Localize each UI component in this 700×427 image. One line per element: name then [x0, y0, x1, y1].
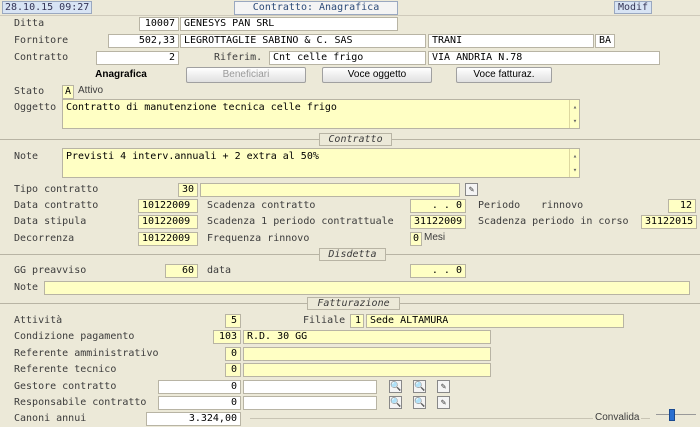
oggetto-textarea[interactable]: Contratto di manutenzione tecnica celle … [62, 99, 580, 129]
filiale-name-field[interactable]: Sede ALTAMURA [366, 314, 624, 328]
tab-voce-fatturaz[interactable]: Voce fatturaz. [456, 67, 552, 83]
stato-label: Stato [14, 86, 45, 97]
scadenza-periodo-corso-label: Scadenza periodo in corso [478, 216, 629, 227]
note-scrollbar[interactable]: ▴ ▾ [569, 149, 579, 177]
convalida-track [656, 414, 696, 415]
frequenza-rinnovo-label: Frequenza rinnovo [207, 233, 310, 244]
responsabile-contratto-label: Responsabile contratto [14, 397, 147, 408]
tipo-contratto-edit-icon[interactable]: ✎ [465, 183, 478, 196]
referente-amministrativo-code-field[interactable]: 0 [225, 347, 241, 361]
note-text: Previsti 4 interv.annuali + 2 extra al 5… [66, 151, 319, 162]
fornitore-prov-field[interactable]: BA [595, 34, 615, 48]
responsabile-search-icon[interactable]: 🔍 [389, 396, 402, 409]
tipo-contratto-desc-field[interactable] [200, 183, 460, 197]
gestore-edit-icon[interactable]: ✎ [437, 380, 450, 393]
convalida-label: Convalida [593, 411, 642, 425]
tab-voce-oggetto[interactable]: Voce oggetto [322, 67, 432, 83]
note-textarea[interactable]: Previsti 4 interv.annuali + 2 extra al 5… [62, 148, 580, 178]
riferim-address-field[interactable]: VIA ANDRIA N.78 [428, 51, 660, 65]
scroll-up-icon[interactable]: ▴ [570, 101, 580, 113]
data-stipula-field[interactable]: 10122009 [138, 215, 198, 229]
condizione-pagamento-desc-field[interactable]: R.D. 30 GG [243, 330, 491, 344]
responsabile-contratto-code-field[interactable]: 0 [158, 396, 241, 410]
scadenza-1-periodo-label: Scadenza 1 periodo contrattuale [207, 216, 394, 227]
gestore-list-icon[interactable]: 🔍 [413, 380, 426, 393]
fornitore-city-field[interactable]: TRANI [428, 34, 594, 48]
fornitore-label: Fornitore [14, 35, 69, 46]
responsabile-contratto-desc-field[interactable] [243, 396, 377, 410]
data-contratto-label: Data contratto [14, 200, 99, 211]
responsabile-list-icon[interactable]: 🔍 [413, 396, 426, 409]
gestore-contratto-desc-field[interactable] [243, 380, 377, 394]
referente-amministrativo-desc-field[interactable] [243, 347, 491, 361]
stato-desc: Attivo [78, 85, 104, 96]
mesi-label: Mesi [424, 232, 446, 243]
title-bar: 28.10.15 09:27 Contratto: Anagrafica Mod… [0, 0, 700, 16]
contratto-label: Contratto [14, 52, 69, 63]
contratto-number-field[interactable]: 2 [96, 51, 179, 65]
gg-preavviso-field[interactable]: 60 [165, 264, 198, 278]
canoni-annui-label: Canoni annui [14, 413, 87, 424]
ditta-label: Ditta [14, 18, 45, 29]
oggetto-text: Contratto di manutenzione tecnica celle … [66, 102, 337, 113]
tab-anagrafica[interactable]: Anagrafica [68, 67, 174, 83]
datetime-label: 28.10.15 09:27 [2, 1, 93, 14]
condizione-pagamento-label: Condizione pagamento [14, 331, 135, 342]
section-contratto: Contratto [319, 133, 392, 146]
convalida-toggle[interactable] [669, 409, 675, 421]
referente-tecnico-label: Referente tecnico [14, 364, 117, 375]
oggetto-scrollbar[interactable]: ▴ ▾ [569, 100, 579, 128]
condizione-pagamento-code-field[interactable]: 103 [213, 330, 241, 344]
scroll-down-icon[interactable]: ▾ [570, 164, 580, 176]
gg-preavviso-label: GG preavviso [14, 265, 87, 276]
tipo-contratto-label: Tipo contratto [14, 184, 99, 195]
section-fatturazione: Fatturazione [307, 297, 400, 310]
fornitore-code-field[interactable]: 502,33 [108, 34, 179, 48]
attivita-label: Attività [14, 315, 63, 326]
data-stipula-label: Data stipula [14, 216, 87, 227]
scroll-up-icon[interactable]: ▴ [570, 150, 580, 162]
rinnovo-label: rinnovo [541, 200, 584, 211]
section-disdetta: Disdetta [319, 248, 386, 261]
window-title: Contratto: Anagrafica [234, 1, 398, 15]
filiale-label: Filiale [303, 315, 346, 326]
oggetto-label: Oggetto [14, 102, 57, 113]
gestore-contratto-label: Gestore contratto [14, 381, 117, 392]
riferim-field[interactable]: Cnt celle frigo [269, 51, 426, 65]
filiale-code-field[interactable]: 1 [350, 314, 364, 328]
scadenza-1-periodo-field[interactable]: 31122009 [410, 215, 466, 229]
referente-amministrativo-label: Referente amministrativo [14, 348, 159, 359]
ditta-name-field[interactable]: GENESYS PAN SRL [180, 17, 398, 31]
attivita-field[interactable]: 5 [225, 314, 241, 328]
canoni-annui-field[interactable]: 3.324,00 [146, 412, 241, 426]
scroll-down-icon[interactable]: ▾ [570, 115, 580, 127]
stato-code-field[interactable]: A [62, 85, 74, 99]
data-contratto-field[interactable]: 10122009 [138, 199, 198, 213]
tab-beneficiari[interactable]: Beneficiari [186, 67, 306, 83]
riferim-label: Riferim. [214, 52, 263, 63]
periodo-rinnovo-field[interactable]: 12 [668, 199, 696, 213]
frequenza-rinnovo-field[interactable]: 0 [410, 232, 422, 246]
periodo-label: Periodo [478, 200, 521, 211]
decorrenza-label: Decorrenza [14, 233, 75, 244]
fornitore-name-field[interactable]: LEGROTTAGLIE SABINO & C. SAS [180, 34, 426, 48]
responsabile-edit-icon[interactable]: ✎ [437, 396, 450, 409]
scadenza-periodo-corso-field[interactable]: 31122015 [641, 215, 697, 229]
referente-tecnico-desc-field[interactable] [243, 363, 491, 377]
scadenza-contratto-field[interactable]: . . 0 [410, 199, 466, 213]
gestore-search-icon[interactable]: 🔍 [389, 380, 402, 393]
gestore-contratto-code-field[interactable]: 0 [158, 380, 241, 394]
disdetta-note-label: Note [14, 282, 39, 293]
mode-badge: Modif [614, 1, 652, 14]
decorrenza-field[interactable]: 10122009 [138, 232, 198, 246]
divider [250, 418, 650, 419]
disdetta-data-label: data [207, 265, 232, 276]
scadenza-contratto-label: Scadenza contratto [207, 200, 316, 211]
note-label: Note [14, 151, 39, 162]
disdetta-note-field[interactable] [44, 281, 690, 295]
ditta-code-field[interactable]: 10007 [139, 17, 179, 31]
tipo-contratto-code-field[interactable]: 30 [178, 183, 198, 197]
referente-tecnico-code-field[interactable]: 0 [225, 363, 241, 377]
disdetta-data-field[interactable]: . . 0 [410, 264, 466, 278]
